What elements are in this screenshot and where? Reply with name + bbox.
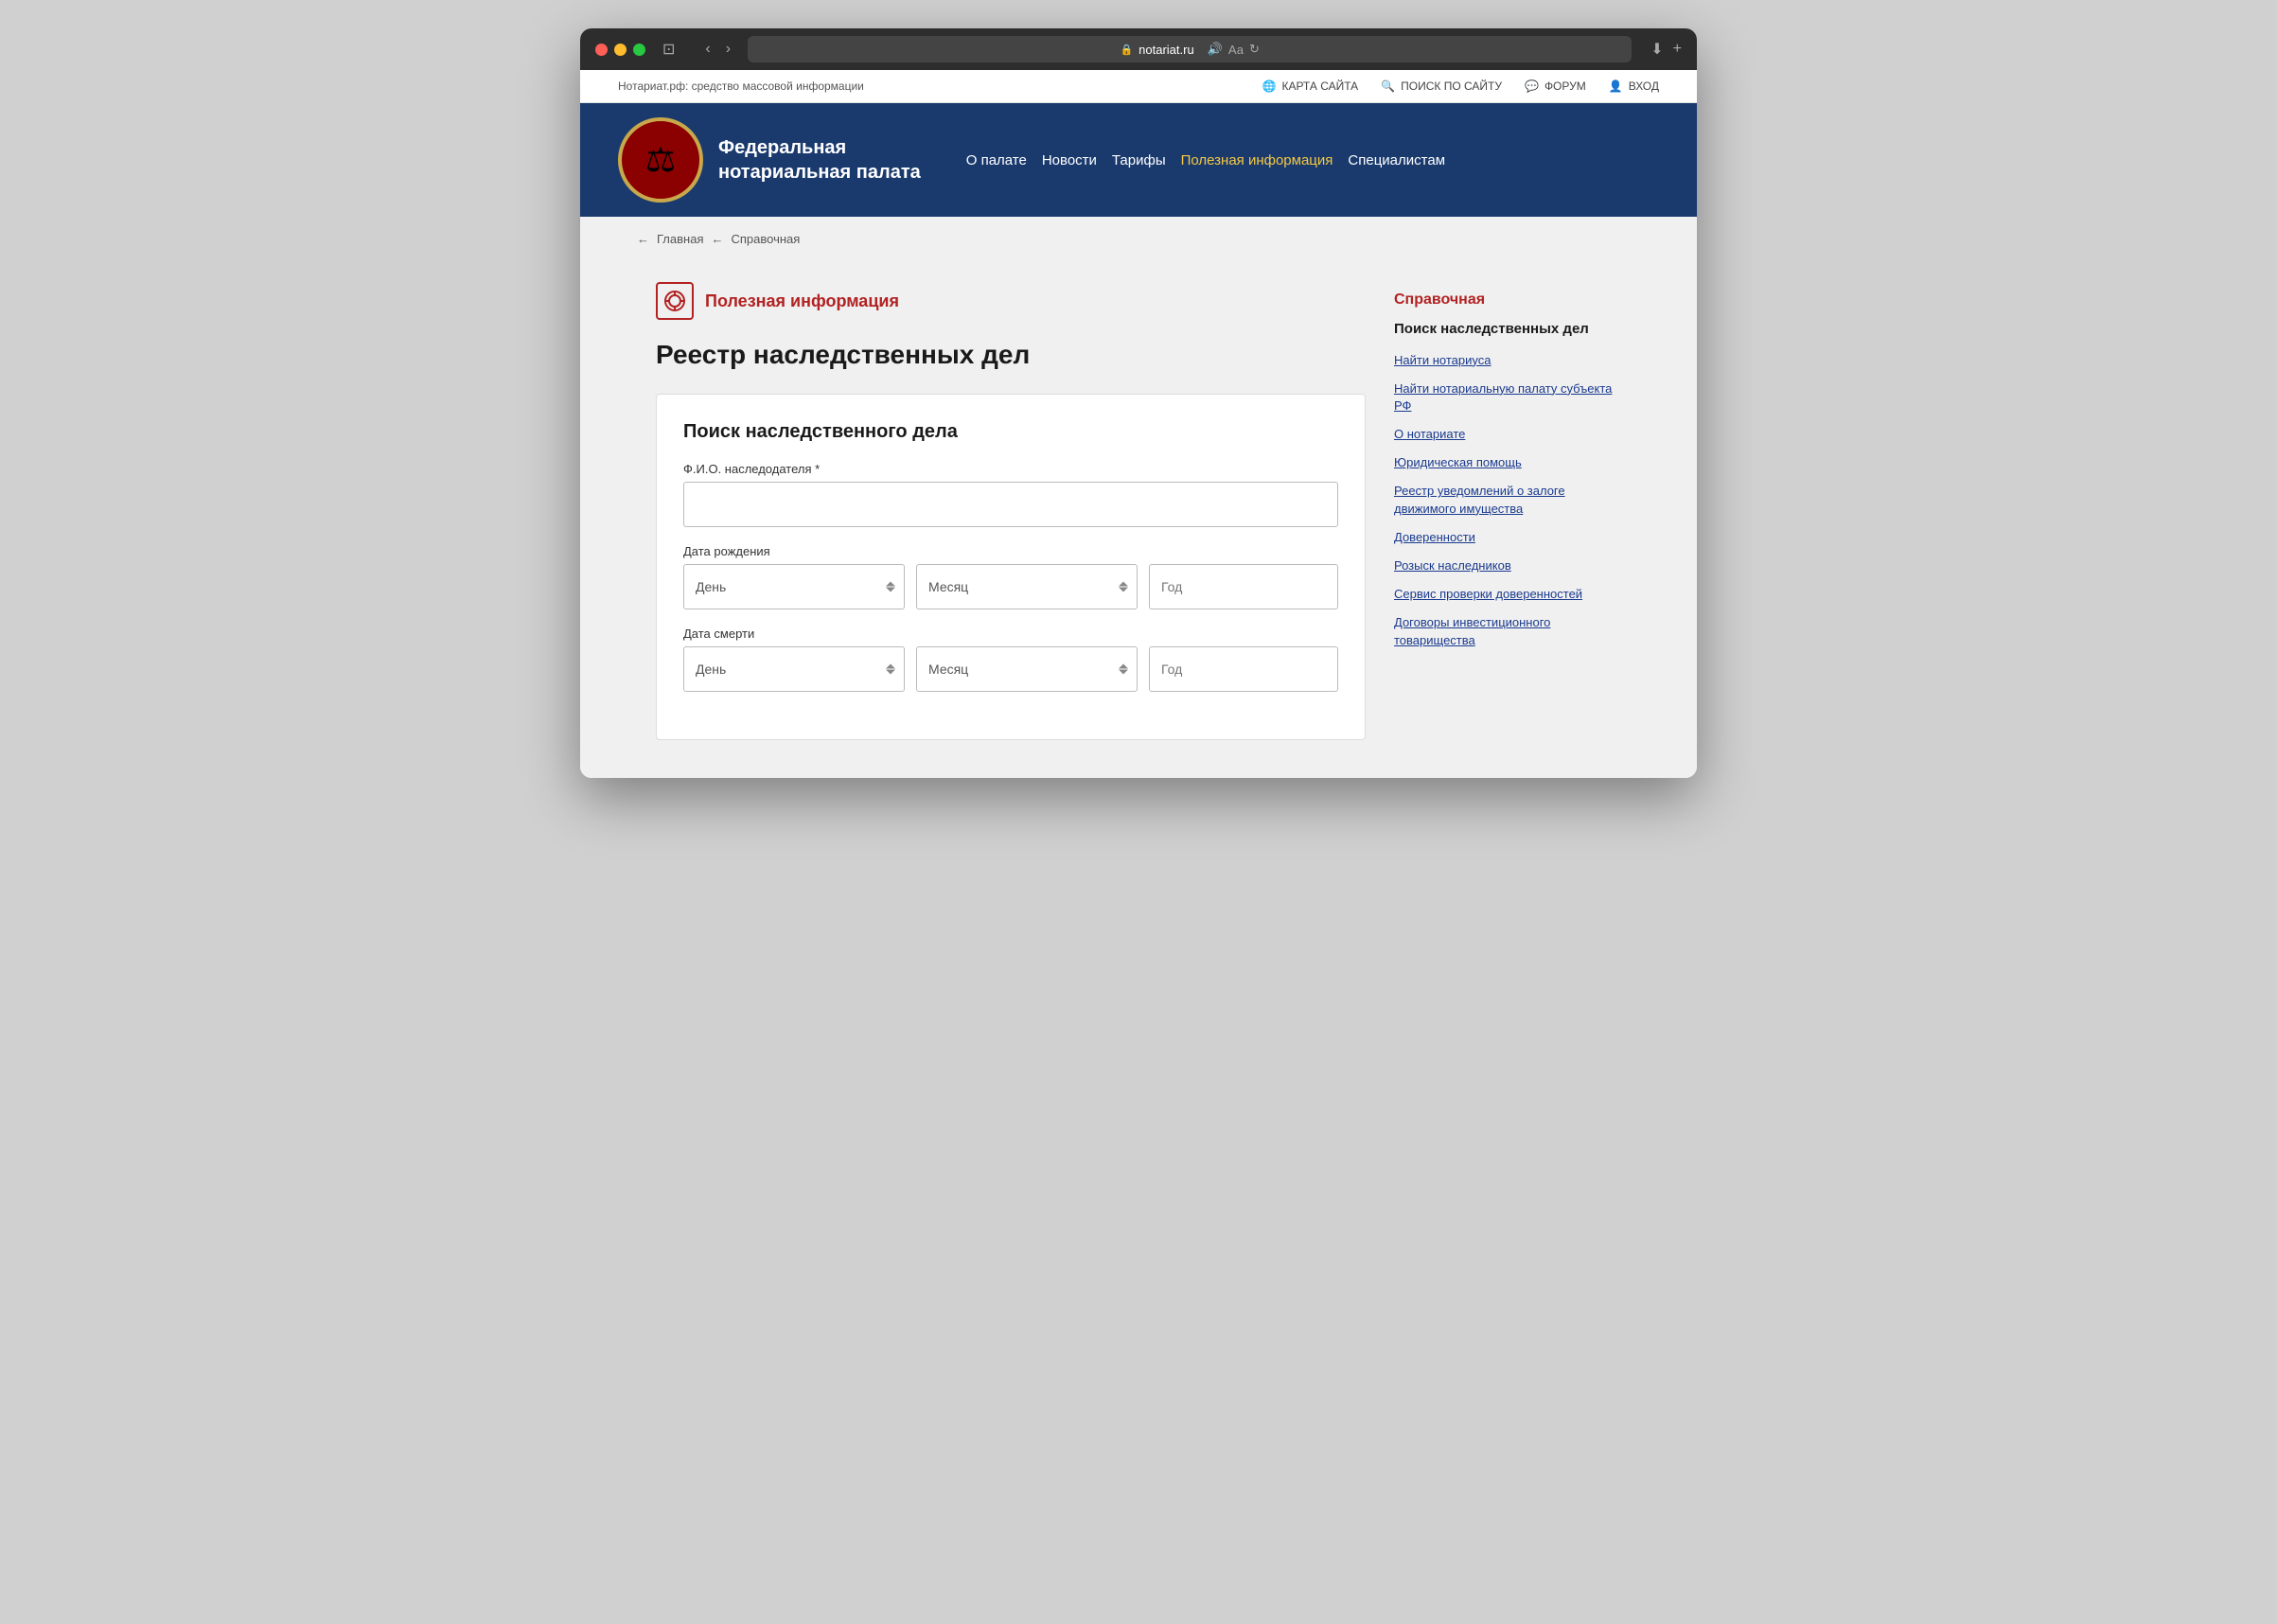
back-button[interactable]: ‹ [699,39,715,60]
org-name-line2: нотариальная палата [718,162,921,183]
nav-tariffs[interactable]: Тарифы [1104,149,1174,172]
sidebar-toggle-button[interactable]: ⊡ [657,38,680,61]
browser-titlebar: ⊡ ‹ › 🔒 notariat.ru 🔊 Аа ↻ ⬇ + [580,28,1697,70]
birth-date-label: Дата рождения [683,544,1338,558]
sidebar-link-investment[interactable]: Договоры инвестиционного товарищества [1394,614,1621,648]
breadcrumb-home[interactable]: Главная [657,232,703,246]
nav-useful-info[interactable]: Полезная информация [1174,149,1341,172]
browser-right-buttons: ⬇ + [1650,40,1682,59]
page-content: Нотариат.рф: средство массовой информаци… [580,70,1697,778]
breadcrumb-reference[interactable]: Справочная [731,232,800,246]
browser-dots [595,44,645,56]
nav-forum[interactable]: 💬 ФОРУМ [1525,79,1586,93]
birth-date-row: День Месяц [683,564,1338,609]
section-icon [656,282,694,320]
address-bar[interactable]: 🔒 notariat.ru 🔊 Аа ↻ [748,36,1632,62]
sidebar-link-pledge[interactable]: Реестр уведомлений о залоге движимого им… [1394,483,1621,517]
site-tagline: Нотариат.рф: средство массовой информаци… [618,79,864,93]
death-month-wrapper: Месяц [916,646,1138,692]
arrow-1: ← [637,232,649,246]
search-icon: 🔍 [1381,79,1395,93]
death-day-wrapper: День [683,646,905,692]
birth-month-wrapper: Месяц [916,564,1138,609]
content-wrapper: ← Главная ← Справочная [618,217,1659,778]
forward-button[interactable]: › [720,39,736,60]
emblem-icon: ⚖ [645,140,676,180]
death-date-label: Дата смерти [683,627,1338,641]
sidebar-link-notary[interactable]: Найти нотариуса [1394,352,1621,369]
dot-red[interactable] [595,44,608,56]
sidebar-link-about[interactable]: О нотариате [1394,426,1621,443]
sidebar-link-poa[interactable]: Доверенности [1394,529,1621,546]
birth-day-wrapper: День [683,564,905,609]
name-label: Ф.И.О. наследодателя * [683,462,1338,476]
form-title: Поиск наследственного дела [683,421,1338,443]
nav-search[interactable]: 🔍 ПОИСК ПО САЙТУ [1381,79,1502,93]
nav-news[interactable]: Новости [1034,149,1104,172]
page-title: Реестр наследственных дел [656,339,1366,371]
name-input[interactable] [683,482,1338,527]
nav-forum-label: ФОРУМ [1544,79,1586,93]
download-icon[interactable]: ⬇ [1650,40,1663,59]
name-field-group: Ф.И.О. наследодателя * [683,462,1338,527]
main-header: ⚖ Федеральная нотариальная палата О пала… [580,103,1697,217]
sidebar: Справочная Поиск наследственных дел Найт… [1394,282,1621,740]
death-month-select[interactable]: Месяц [916,646,1138,692]
forum-icon: 💬 [1525,79,1539,93]
sidebar-link-legal[interactable]: Юридическая помощь [1394,454,1621,471]
nav-login[interactable]: 👤 ВХОД [1609,79,1659,93]
dot-green[interactable] [633,44,645,56]
nav-map[interactable]: 🌐 КАРТА САЙТА [1262,79,1359,93]
death-date-group: Дата смерти День [683,627,1338,692]
url-text: notariat.ru [1138,43,1194,57]
section-badge: Полезная информация [656,282,1366,320]
nav-about[interactable]: О палате [959,149,1034,172]
translate-icon: Аа [1228,43,1244,57]
nav-specialists[interactable]: Специалистам [1340,149,1453,172]
section-title: Полезная информация [705,291,899,311]
form-card: Поиск наследственного дела Ф.И.О. наслед… [656,394,1366,740]
birth-day-select[interactable]: День [683,564,905,609]
sidebar-link-verify-poa[interactable]: Сервис проверки доверенностей [1394,586,1621,603]
user-icon: 👤 [1609,79,1623,93]
nav-login-label: ВХОД [1629,79,1659,93]
lock-icon: 🔒 [1120,44,1133,56]
new-tab-icon[interactable]: + [1673,41,1682,58]
logo-area: ⚖ Федеральная нотариальная палата [618,117,921,203]
birth-date-group: Дата рождения День [683,544,1338,609]
audio-icon: 🔊 [1208,42,1223,57]
death-date-row: День Месяц [683,646,1338,692]
nav-search-label: ПОИСК ПО САЙТУ [1401,79,1502,93]
map-icon: 🌐 [1262,79,1277,93]
browser-window: ⊡ ‹ › 🔒 notariat.ru 🔊 Аа ↻ ⬇ + Нотариат.… [580,28,1697,778]
main-nav: О палате Новости Тарифы Полезная информа… [959,149,1453,172]
logo-emblem: ⚖ [618,117,703,203]
death-year-input[interactable] [1149,646,1338,692]
org-name-line1: Федеральная [718,137,846,158]
main-content: Полезная информация Реестр наследственны… [656,282,1366,740]
birth-year-input[interactable] [1149,564,1338,609]
sidebar-active-link: Поиск наследственных дел [1394,320,1621,339]
birth-month-select[interactable]: Месяц [916,564,1138,609]
arrow-2: ← [711,232,723,246]
sidebar-section-title: Справочная [1394,282,1621,309]
dot-yellow[interactable] [614,44,627,56]
utility-bar: Нотариат.рф: средство массовой информаци… [580,70,1697,103]
death-day-select[interactable]: День [683,646,905,692]
sidebar-link-heirs[interactable]: Розыск наследников [1394,557,1621,574]
content-area: Полезная информация Реестр наследственны… [637,263,1640,778]
reload-icon[interactable]: ↻ [1249,42,1260,57]
nav-map-label: КАРТА САЙТА [1281,79,1358,93]
browser-nav: ‹ › [699,39,736,60]
breadcrumb: ← Главная ← Справочная [637,217,1640,254]
sidebar-link-chamber[interactable]: Найти нотариальную палату субъекта РФ [1394,380,1621,415]
utility-nav: 🌐 КАРТА САЙТА 🔍 ПОИСК ПО САЙТУ 💬 ФОРУМ 👤… [1262,79,1659,93]
org-name: Федеральная нотариальная палата [718,135,921,185]
